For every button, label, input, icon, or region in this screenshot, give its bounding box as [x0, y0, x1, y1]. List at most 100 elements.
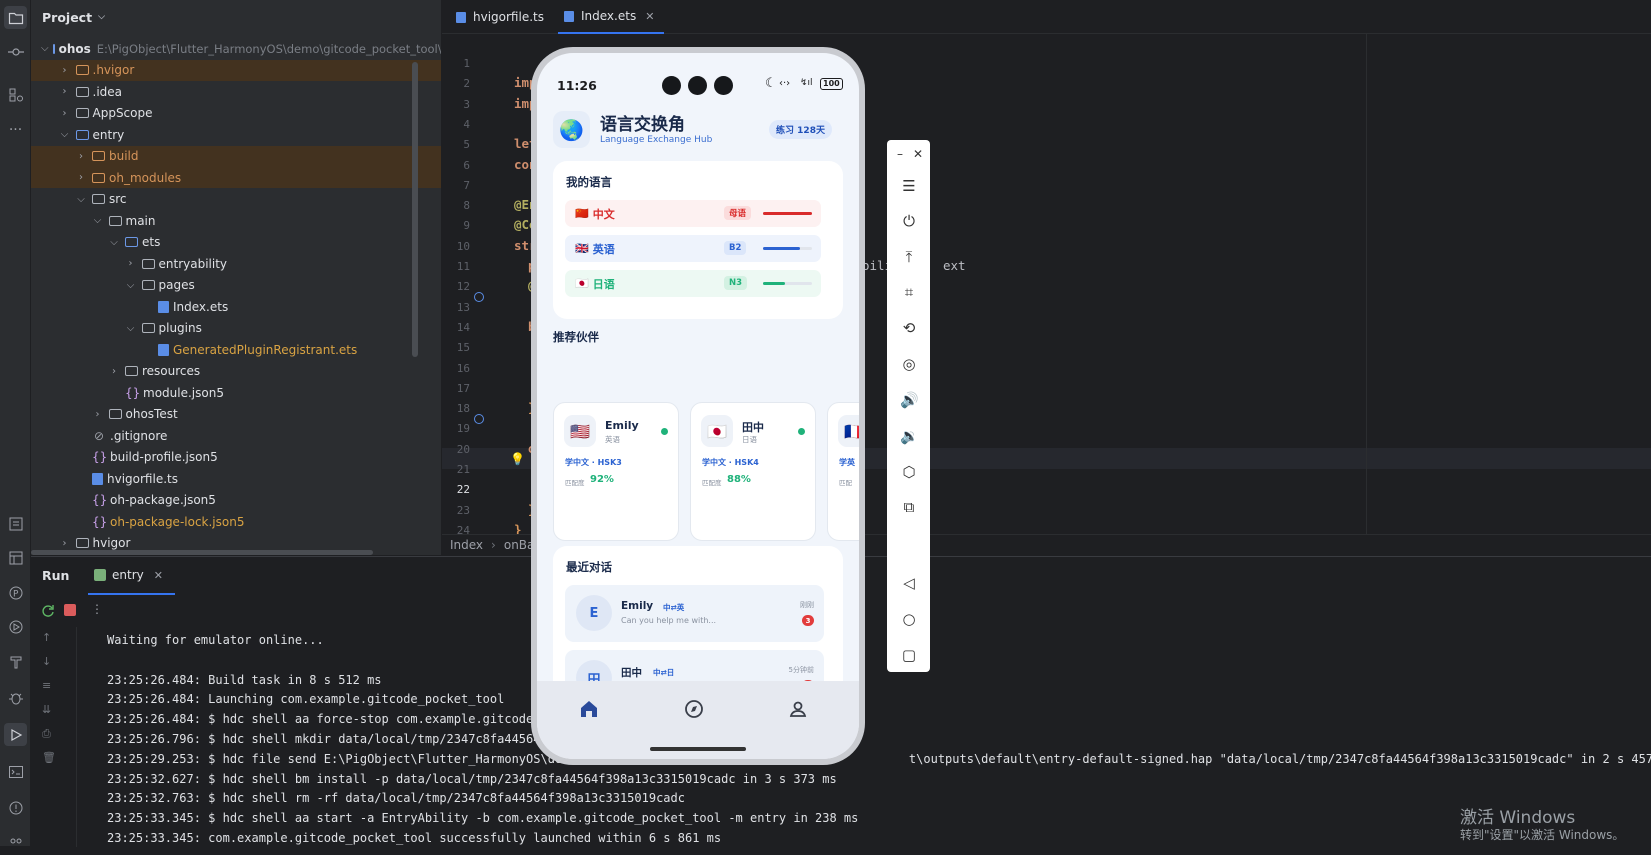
chevron-down-icon[interactable]: ⌵	[98, 12, 105, 22]
tree-item[interactable]: ⊘ .gitignore	[31, 425, 441, 446]
chevron-down-icon[interactable]: ⌵	[58, 129, 72, 140]
tree-item[interactable]: {} oh-package-lock.json5	[31, 511, 441, 532]
structure-icon[interactable]	[4, 83, 27, 106]
location-icon[interactable]: ◎	[900, 355, 918, 373]
todo-icon[interactable]	[4, 512, 27, 535]
tree-item[interactable]: ⌵ ets	[31, 232, 441, 253]
tree-item[interactable]: › ohosTest	[31, 404, 441, 425]
streak-badge[interactable]: 练习 128天	[769, 120, 832, 139]
chevron-right-icon[interactable]: ›	[74, 172, 88, 183]
tree-item[interactable]: {} oh-package.json5	[31, 490, 441, 511]
more-icon[interactable]: ···	[4, 118, 27, 141]
close-icon[interactable]: ✕	[909, 145, 927, 163]
debug-icon[interactable]	[4, 686, 27, 709]
tree-item[interactable]: {} build-profile.json5	[31, 447, 441, 468]
minimize-icon[interactable]: –	[891, 145, 909, 163]
pin-top-icon[interactable]: ⤒	[900, 248, 918, 266]
arrow-down-icon[interactable]: ↓	[42, 655, 51, 668]
language-row[interactable]: 🇯🇵 日语 N3	[565, 270, 821, 297]
chevron-down-icon[interactable]: ⌵	[41, 43, 49, 54]
version-control-icon[interactable]	[4, 832, 27, 855]
phone-screen[interactable]: 11:26 ☾ ‹·› ↯ıl 100 🌏 语言交换角 Language Exc…	[537, 53, 859, 759]
language-row[interactable]: 🇨🇳 中文 母语	[565, 200, 821, 227]
tree-item[interactable]: Index.ets	[31, 296, 441, 317]
arrow-up-icon[interactable]: ↑	[42, 631, 51, 644]
back-icon[interactable]: ◁	[900, 574, 918, 592]
language-row[interactable]: 🇬🇧 英语 B2	[565, 235, 821, 262]
tree-item[interactable]: ⌵ plugins	[31, 318, 441, 339]
more-vertical-icon[interactable]: ⋮	[91, 602, 105, 616]
chevron-right-icon[interactable]: ›	[58, 538, 72, 549]
run-icon[interactable]	[4, 723, 27, 746]
chevron-right-icon[interactable]: ›	[107, 366, 121, 377]
tree-item[interactable]: › AppScope	[31, 103, 441, 124]
chevron-down-icon[interactable]: ⌵	[74, 194, 88, 205]
volume-up-icon[interactable]: 🔊	[900, 391, 919, 409]
rotate-icon[interactable]: ⟲	[900, 319, 918, 337]
home-indicator[interactable]	[650, 747, 746, 751]
conversation-item[interactable]: E Emily 中⇄英 Can you help me with... 刚刚 3	[565, 585, 824, 642]
project-horizontal-scrollbar[interactable]	[31, 550, 373, 555]
menu-icon[interactable]: ☰	[900, 177, 918, 195]
profiler-icon[interactable]: P	[4, 581, 27, 604]
close-icon[interactable]: ✕	[154, 569, 163, 582]
tree-item[interactable]: {} module.json5	[31, 382, 441, 403]
tree-item[interactable]: ⌵ ohos E:\PigObject\Flutter_HarmonyOS\demo…	[31, 38, 441, 59]
override-marker-icon[interactable]	[474, 414, 484, 424]
services-icon[interactable]	[4, 615, 27, 638]
chevron-right-icon[interactable]: ›	[91, 409, 105, 420]
compass-icon[interactable]	[683, 698, 705, 720]
tree-item[interactable]: ⌵ pages	[31, 275, 441, 296]
project-panel-header[interactable]: Project ⌵	[31, 0, 441, 34]
tree-item[interactable]: ⌵ src	[31, 189, 441, 210]
partner-card[interactable]: 🇺🇸 Emily 英语 学中文 · HSK3 匹配度 92%	[553, 402, 679, 541]
crop-icon[interactable]: ⌗	[900, 283, 918, 301]
build-hammer-icon[interactable]	[4, 650, 27, 673]
print-icon[interactable]: ⎙	[42, 727, 51, 741]
volume-down-icon[interactable]: 🔉	[900, 427, 919, 445]
soft-wrap-icon[interactable]: ≡	[42, 679, 51, 692]
rerun-icon[interactable]	[41, 604, 55, 618]
home-icon[interactable]	[578, 698, 600, 720]
multi-device-icon[interactable]: ⧉	[900, 498, 918, 516]
chevron-down-icon[interactable]: ⌵	[91, 215, 105, 226]
tree-item[interactable]: hvigorfile.ts	[31, 468, 441, 489]
project-scrollbar[interactable]	[412, 62, 418, 357]
tree-item[interactable]: › build	[31, 145, 441, 167]
chevron-right-icon[interactable]: ›	[124, 258, 138, 269]
power-icon[interactable]: ⏻	[900, 212, 918, 230]
override-marker-icon[interactable]	[474, 292, 484, 302]
chevron-down-icon[interactable]: ⌵	[124, 323, 138, 334]
layout-icon[interactable]	[4, 546, 27, 569]
tree-item[interactable]: › oh_modules	[31, 167, 441, 188]
tree-item[interactable]: ⌵ entry	[31, 124, 441, 145]
chevron-right-icon[interactable]: ›	[58, 108, 72, 119]
tree-item[interactable]: › .idea	[31, 81, 441, 102]
partner-card[interactable]: 🇯🇵 田中 日语 学中文 · HSK4 匹配度 88%	[690, 402, 816, 541]
tree-item[interactable]: › entryability	[31, 253, 441, 274]
breadcrumb-item[interactable]: Index	[450, 538, 483, 552]
tree-item[interactable]: › .hvigor	[31, 59, 441, 81]
tree-item[interactable]: GeneratedPluginRegistrant.ets	[31, 339, 441, 360]
commit-icon[interactable]	[4, 40, 27, 63]
problems-icon[interactable]	[4, 796, 27, 819]
partner-card[interactable]: 🇫🇷 学英 匹配	[827, 402, 859, 541]
chevron-right-icon[interactable]: ›	[58, 65, 72, 76]
tab-hvigorfile[interactable]: hvigorfile.ts	[450, 0, 550, 34]
scroll-to-end-icon[interactable]: ⇊	[42, 703, 51, 716]
trash-icon[interactable]: 🗑	[42, 751, 56, 764]
terminal-icon[interactable]	[4, 760, 27, 783]
project-folder-icon[interactable]	[4, 6, 27, 29]
chevron-down-icon[interactable]: ⌵	[107, 237, 121, 248]
chevron-right-icon[interactable]: ›	[74, 151, 88, 162]
fold-icon[interactable]: ⬡	[900, 463, 918, 481]
stop-icon[interactable]	[64, 604, 76, 616]
lightbulb-icon[interactable]: 💡	[510, 452, 525, 466]
close-icon[interactable]: ✕	[645, 10, 654, 23]
chevron-right-icon[interactable]: ›	[58, 86, 72, 97]
chevron-down-icon[interactable]: ⌵	[124, 280, 138, 291]
tree-item[interactable]: › resources	[31, 361, 441, 382]
profile-icon[interactable]	[787, 698, 809, 720]
run-tab-entry[interactable]: entry ✕	[88, 557, 175, 595]
tree-item[interactable]: ⌵ main	[31, 210, 441, 231]
